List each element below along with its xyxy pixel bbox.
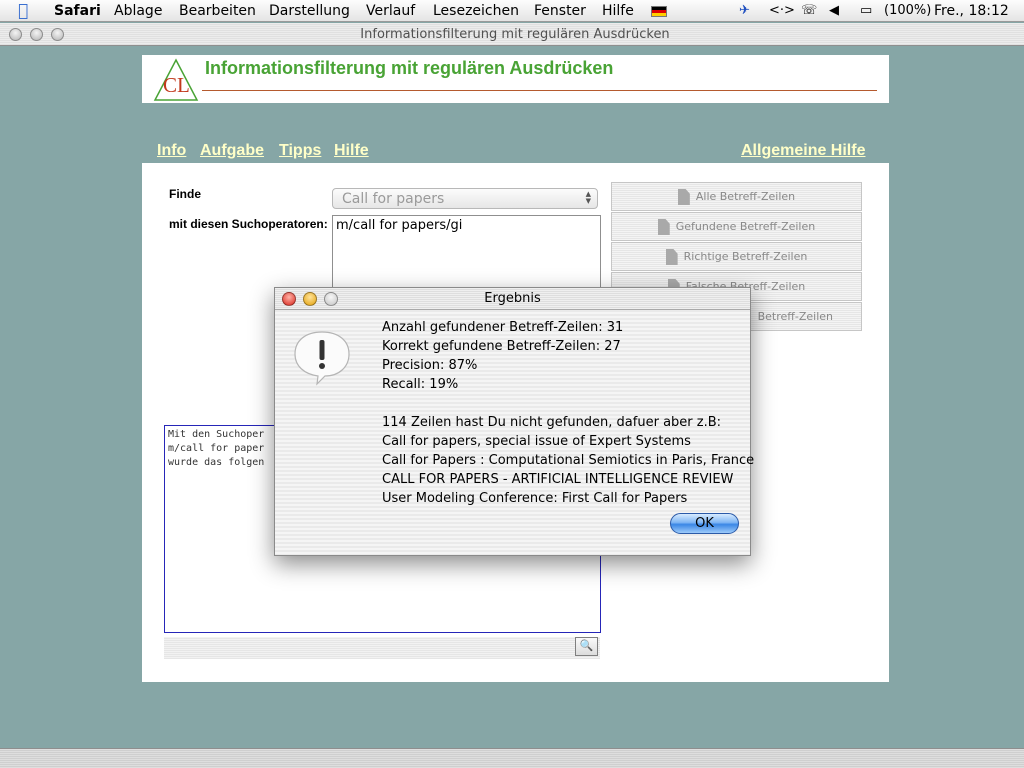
ops-label: mit diesen Suchoperatoren: bbox=[169, 217, 328, 231]
dialog-title: Ergebnis bbox=[484, 291, 541, 306]
nav-tipps-link[interactable]: Tipps bbox=[279, 142, 321, 160]
menu-darstellung[interactable]: Darstellung bbox=[269, 2, 350, 20]
menu-bar: Safari Ablage Bearbeiten Darstellung Ver… bbox=[0, 0, 1024, 22]
window-titlebar[interactable]: Informationsfilterung mit regulären Ausd… bbox=[0, 23, 1024, 46]
apple-menu-icon[interactable] bbox=[18, 1, 28, 21]
button-label: Richtige Betreff-Zeilen bbox=[683, 250, 808, 263]
page-title: Informationsfilterung mit regulären Ausd… bbox=[205, 58, 614, 78]
document-icon bbox=[677, 189, 690, 205]
document-icon bbox=[657, 219, 670, 235]
button-label: Alle Betreff-Zeilen bbox=[695, 190, 796, 203]
menu-clock[interactable]: Fre., 18:12 bbox=[934, 2, 1009, 20]
found-subjects-button[interactable]: Gefundene Betreff-Zeilen bbox=[611, 212, 862, 241]
nav-aufgabe-link[interactable]: Aufgabe bbox=[200, 142, 264, 160]
stat-recall: Recall: 19% bbox=[382, 377, 459, 392]
menu-fenster[interactable]: Fenster bbox=[534, 2, 586, 20]
stat-found-count: Anzahl gefundener Betreff-Zeilen: 31 bbox=[382, 320, 624, 335]
logo-text: CL bbox=[163, 73, 190, 97]
nav-hilfe-link[interactable]: Hilfe bbox=[334, 142, 369, 160]
result-scrollbar[interactable] bbox=[164, 637, 600, 659]
missed-summary: 114 Zeilen hast Du nicht gefunden, dafue… bbox=[382, 415, 722, 430]
missed-example: Call for papers, special issue of Expert… bbox=[382, 434, 691, 449]
battery-percent: (100%) bbox=[884, 3, 932, 18]
result-dialog: Ergebnis Anzahl gefundener Betreff-Zeile… bbox=[274, 287, 754, 556]
missed-example: Call for Papers : Computational Semiotic… bbox=[382, 453, 755, 468]
network-icon[interactable]: <·> bbox=[769, 2, 795, 20]
menu-app-safari[interactable]: Safari bbox=[54, 2, 101, 20]
title-divider bbox=[202, 90, 877, 91]
menu-ablage[interactable]: Ablage bbox=[114, 2, 162, 20]
menu-bearbeiten[interactable]: Bearbeiten bbox=[179, 2, 256, 20]
magnifier-button[interactable]: 🔍 bbox=[575, 637, 598, 656]
dialog-titlebar[interactable]: Ergebnis bbox=[275, 288, 750, 310]
pattern-select[interactable]: Call for papers ▲ ▼ bbox=[332, 188, 598, 209]
menu-hilfe[interactable]: Hilfe bbox=[602, 2, 634, 20]
finde-label: Finde bbox=[169, 187, 201, 201]
cl-logo: CL bbox=[153, 58, 199, 101]
page-header: CL Informationsfilterung mit regulären A… bbox=[142, 55, 889, 103]
script-icon[interactable]: ✈ bbox=[739, 2, 750, 20]
magnifier-icon: 🔍 bbox=[579, 640, 594, 652]
battery-icon[interactable]: ▭ bbox=[860, 2, 872, 20]
nav-allgemeine-hilfe-link[interactable]: Allgemeine Hilfe bbox=[741, 142, 865, 160]
dialog-message: Anzahl gefundener Betreff-Zeilen: 31 Kor… bbox=[382, 318, 754, 508]
volume-icon[interactable]: ◀ bbox=[829, 2, 839, 20]
all-subjects-button[interactable]: Alle Betreff-Zeilen bbox=[611, 182, 862, 211]
select-arrows-icon: ▲ ▼ bbox=[585, 190, 591, 205]
button-label: Betreff-Zeilen bbox=[757, 310, 833, 323]
ok-button[interactable]: OK bbox=[670, 513, 739, 534]
phone-icon[interactable]: ☏ bbox=[801, 2, 817, 20]
stat-correct-count: Korrekt gefundene Betreff-Zeilen: 27 bbox=[382, 339, 621, 354]
correct-subjects-button[interactable]: Richtige Betreff-Zeilen bbox=[611, 242, 862, 271]
window-bottom-bar bbox=[0, 748, 1024, 768]
button-label: Gefundene Betreff-Zeilen bbox=[675, 220, 816, 233]
stat-precision: Precision: 87% bbox=[382, 358, 478, 373]
nav-info-link[interactable]: Info bbox=[157, 142, 186, 160]
missed-example: User Modeling Conference: First Call for… bbox=[382, 491, 688, 506]
pattern-select-value: Call for papers bbox=[342, 191, 445, 207]
window-title: Informationsfilterung mit regulären Ausd… bbox=[360, 27, 670, 42]
document-icon bbox=[665, 249, 678, 265]
missed-example: CALL FOR PAPERS - ARTIFICIAL INTELLIGENC… bbox=[382, 472, 734, 487]
menu-lesezeichen[interactable]: Lesezeichen bbox=[433, 2, 519, 20]
alert-icon bbox=[294, 331, 350, 386]
flag-de-icon[interactable] bbox=[651, 6, 667, 17]
menu-verlauf[interactable]: Verlauf bbox=[366, 2, 415, 20]
